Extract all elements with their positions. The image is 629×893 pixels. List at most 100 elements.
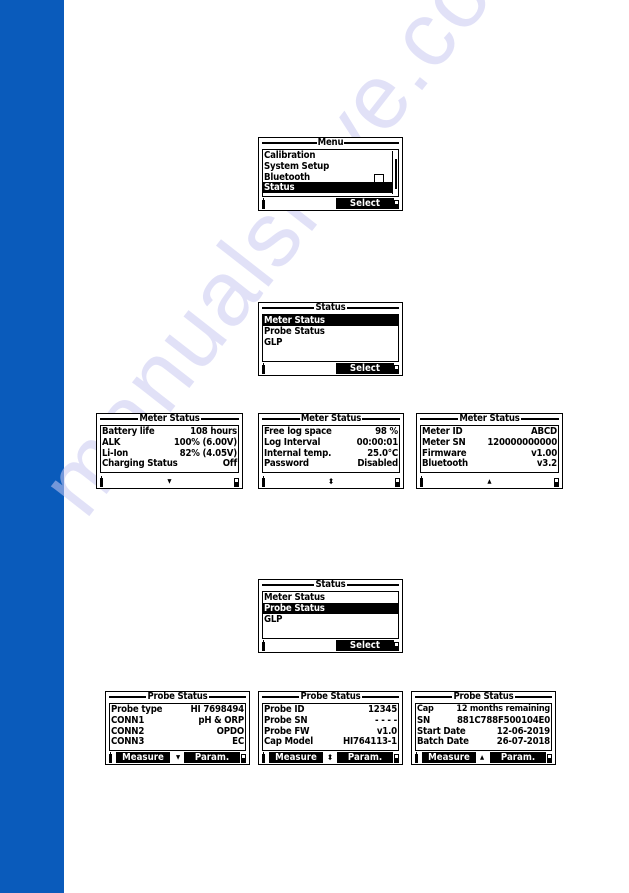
screen-title: Meter Status bbox=[459, 413, 520, 424]
select-softkey[interactable]: Select bbox=[336, 640, 394, 651]
menu-item-system-setup[interactable]: System Setup bbox=[263, 161, 398, 172]
info-row: Free log space 98 % bbox=[264, 426, 398, 437]
info-table: Battery life 108 hours ALK 100% (6.00V) Li… bbox=[100, 425, 239, 473]
battery-icon bbox=[262, 363, 265, 374]
screen-title: Probe Status bbox=[147, 691, 208, 702]
info-row: Firmware v1.00 bbox=[422, 447, 557, 459]
param-softkey[interactable]: Param. bbox=[490, 752, 546, 763]
battery-level-icon bbox=[394, 200, 399, 209]
info-row: Charging Status Off bbox=[102, 458, 237, 470]
select-softkey[interactable]: Select bbox=[336, 363, 394, 374]
lcd-probe-status-1: Probe Status Probe type HI 7698494 CONN1 p… bbox=[105, 691, 250, 765]
info-row: Probe FW v1.0 bbox=[264, 725, 397, 737]
info-row: Probe type HI 7698494 bbox=[111, 704, 244, 715]
battery-level-icon bbox=[241, 754, 246, 763]
screen-title-bar: Meter Status bbox=[262, 414, 400, 424]
softkey-bar: ▲ bbox=[419, 476, 560, 487]
battery-level-icon bbox=[234, 478, 239, 487]
param-softkey[interactable]: Param. bbox=[184, 752, 240, 763]
status-item-glp[interactable]: GLP bbox=[263, 614, 398, 625]
softkey-bar: Measure ⬍ Param. bbox=[261, 752, 400, 763]
lcd-status-screen-probe: Status Meter Status Probe Status GLP Sel… bbox=[258, 579, 403, 653]
arrow-down-icon[interactable]: ▼ bbox=[176, 752, 180, 763]
status-item-probe[interactable]: Probe Status bbox=[263, 602, 398, 614]
info-row: Password Disabled bbox=[264, 458, 398, 470]
measure-softkey[interactable]: Measure bbox=[116, 752, 170, 763]
page-sidebar-band bbox=[0, 0, 64, 893]
status-list: Meter Status Probe Status GLP bbox=[262, 591, 399, 639]
battery-level-icon bbox=[394, 754, 399, 763]
info-table: Probe type HI 7698494 CONN1 pH & ORP CONN2… bbox=[109, 703, 246, 751]
softkey-bar: Select bbox=[261, 640, 400, 651]
lcd-meter-status-1: Meter Status Battery life 108 hours ALK 10… bbox=[96, 413, 243, 489]
menu-list: Calibration System Setup Bluetooth Statu… bbox=[262, 149, 399, 197]
select-softkey[interactable]: Select bbox=[336, 198, 394, 209]
screen-title-bar: Status bbox=[262, 579, 400, 590]
arrow-up-down-icon[interactable]: ⬍ bbox=[327, 752, 333, 763]
info-row: Start Date 12-06-2019 bbox=[417, 725, 550, 737]
screen-title: Probe Status bbox=[300, 691, 361, 702]
lcd-menu-screen: Menu Calibration System Setup Bluetooth … bbox=[258, 137, 403, 211]
arrow-up-icon[interactable]: ▲ bbox=[487, 476, 491, 487]
measure-softkey[interactable]: Measure bbox=[269, 752, 323, 763]
info-row: Meter SN 120000000000 bbox=[422, 436, 557, 448]
info-row: ALK 100% (6.00V) bbox=[102, 436, 237, 448]
battery-level-icon bbox=[554, 478, 559, 487]
screen-title: Menu bbox=[317, 137, 344, 148]
battery-icon bbox=[262, 198, 265, 209]
measure-softkey[interactable]: Measure bbox=[422, 752, 476, 763]
battery-level-icon bbox=[394, 642, 399, 651]
screen-title: Status bbox=[315, 579, 346, 590]
info-row: Probe ID 12345 bbox=[264, 704, 397, 715]
scrollbar-thumb[interactable] bbox=[395, 159, 397, 189]
info-row: Li-Ion 82% (4.05V) bbox=[102, 447, 237, 459]
battery-icon bbox=[109, 752, 112, 763]
status-item-probe[interactable]: Probe Status bbox=[263, 326, 398, 337]
menu-item-bluetooth[interactable]: Bluetooth bbox=[263, 172, 398, 183]
param-softkey[interactable]: Param. bbox=[337, 752, 393, 763]
softkey-bar: Measure ▲ Param. bbox=[414, 752, 553, 763]
status-item-meter[interactable]: Meter Status bbox=[263, 315, 398, 326]
battery-icon bbox=[415, 752, 418, 763]
status-item-meter[interactable]: Meter Status bbox=[263, 592, 398, 603]
screen-title-bar: Menu bbox=[262, 138, 399, 148]
arrow-up-down-icon[interactable]: ⬍ bbox=[328, 476, 334, 487]
menu-item-status[interactable]: Status bbox=[263, 182, 392, 193]
bluetooth-checkbox[interactable] bbox=[374, 173, 384, 183]
battery-icon bbox=[100, 476, 103, 487]
softkey-bar: Measure ▼ Param. bbox=[108, 752, 247, 763]
menu-item-calibration[interactable]: Calibration bbox=[263, 150, 398, 161]
info-row: CONN1 pH & ORP bbox=[111, 714, 244, 726]
softkey-bar: Select bbox=[261, 198, 400, 209]
status-list: Meter Status Probe Status GLP bbox=[262, 314, 399, 362]
lcd-meter-status-2: Meter Status Free log space 98 % Log Inte… bbox=[258, 413, 404, 489]
info-row: Meter ID ABCD bbox=[422, 426, 557, 437]
info-table: Meter ID ABCD Meter SN 120000000000 Firmwa… bbox=[420, 425, 559, 473]
info-row: SN 881C788F500104E0 bbox=[417, 714, 550, 726]
lcd-probe-status-2: Probe Status Probe ID 12345 Probe SN - - -… bbox=[258, 691, 403, 765]
screen-title: Status bbox=[315, 302, 346, 313]
screen-title-bar: Meter Status bbox=[100, 414, 239, 424]
screen-title: Meter Status bbox=[300, 413, 362, 424]
info-row: Battery life 108 hours bbox=[102, 426, 237, 437]
status-item-glp[interactable]: GLP bbox=[263, 337, 398, 348]
battery-level-icon bbox=[394, 365, 399, 374]
lcd-status-screen-meter: Status Meter Status Probe Status GLP Sel… bbox=[258, 302, 403, 376]
arrow-down-icon[interactable]: ▼ bbox=[167, 476, 171, 487]
battery-icon bbox=[262, 640, 265, 651]
battery-icon bbox=[262, 476, 265, 487]
info-table: Probe ID 12345 Probe SN - - - - Probe FW v1… bbox=[262, 703, 399, 751]
scrollbar[interactable] bbox=[392, 151, 397, 194]
lcd-probe-status-3: Probe Status Cap 12 months remaining SN 88… bbox=[411, 691, 556, 765]
info-table: Cap 12 months remaining SN 881C788F500104E… bbox=[415, 703, 552, 751]
info-row: Probe SN - - - - bbox=[264, 714, 397, 726]
info-row: CONN2 OPDO bbox=[111, 725, 244, 737]
battery-level-icon bbox=[395, 478, 400, 487]
lcd-meter-status-3: Meter Status Meter ID ABCD Meter SN 120000… bbox=[416, 413, 563, 489]
battery-level-icon bbox=[547, 754, 552, 763]
info-row: Internal temp. 25.0°C bbox=[264, 447, 398, 459]
screen-title-bar: Status bbox=[262, 302, 400, 313]
arrow-up-icon[interactable]: ▲ bbox=[480, 752, 484, 763]
screen-title-bar: Probe Status bbox=[415, 692, 552, 702]
softkey-bar: ▼ bbox=[99, 476, 240, 487]
